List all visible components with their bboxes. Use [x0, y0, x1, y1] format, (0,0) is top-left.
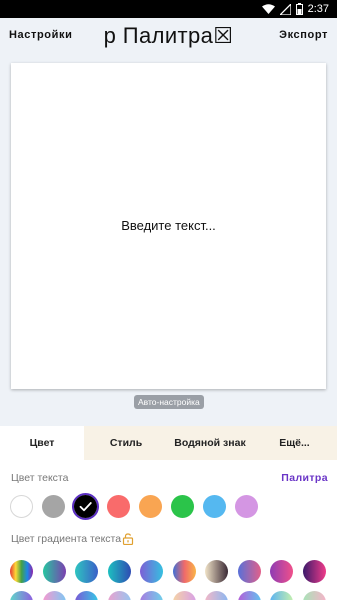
color-panel: Цвет текста Палитра Цвет градиента текст… — [0, 460, 337, 600]
color-swatch-gray[interactable] — [42, 495, 65, 518]
text-canvas[interactable]: Введите текст... — [11, 63, 326, 389]
status-icons: 2:37 — [261, 2, 329, 16]
gradient-swatch[interactable] — [172, 560, 196, 583]
battery-icon — [295, 3, 303, 15]
color-swatch-green[interactable] — [171, 495, 194, 518]
color-swatch-orange[interactable] — [139, 495, 162, 518]
canvas-text-placeholder[interactable]: Введите текст... — [11, 218, 326, 233]
signal-icon — [279, 3, 291, 15]
tab-more[interactable]: Ещё... — [252, 426, 337, 460]
gradient-swatch[interactable] — [302, 560, 326, 583]
export-button[interactable]: Экспорт — [279, 29, 328, 41]
palette-link[interactable]: Палитра — [281, 472, 328, 484]
gradient-swatch[interactable] — [237, 560, 261, 583]
canvas-area: Введите текст... Авто-настройка — [0, 58, 337, 426]
color-swatch-white[interactable] — [10, 495, 33, 518]
top-bar: Настройки р Палитра☒ Экспорт — [0, 18, 337, 58]
tab-bar: Цвет Стиль Водяной знак Ещё... — [0, 426, 337, 460]
color-swatch-black[interactable] — [74, 495, 97, 518]
gradient-swatch[interactable] — [302, 591, 326, 600]
gradient-swatch[interactable] — [107, 591, 131, 600]
gradient-swatch[interactable] — [172, 591, 196, 600]
status-time: 2:37 — [307, 3, 329, 15]
color-swatch-blue[interactable] — [203, 495, 226, 518]
gradient-swatch[interactable] — [205, 591, 228, 600]
wifi-icon — [261, 4, 275, 14]
lock-icon[interactable] — [122, 533, 134, 545]
gradient-swatch[interactable] — [140, 560, 163, 583]
gradient-swatch[interactable] — [270, 591, 293, 600]
gradient-swatch[interactable] — [42, 591, 66, 600]
status-bar: 2:37 — [0, 0, 337, 18]
gradient-swatch[interactable] — [10, 591, 33, 600]
text-color-label: Цвет текста — [11, 472, 69, 484]
tab-color[interactable]: Цвет — [0, 426, 84, 460]
gradient-swatch[interactable] — [75, 591, 98, 600]
color-swatch-red[interactable] — [107, 495, 130, 518]
tab-watermark[interactable]: Водяной знак — [168, 426, 252, 460]
gradient-swatch[interactable] — [205, 560, 228, 583]
tab-style[interactable]: Стиль — [84, 426, 168, 460]
gradient-swatch[interactable] — [270, 560, 293, 583]
checkmark-icon — [79, 502, 92, 512]
gradient-swatch[interactable] — [75, 560, 98, 583]
gradient-swatch[interactable] — [10, 560, 33, 583]
gradient-swatch[interactable] — [107, 560, 131, 583]
color-swatch-lilac[interactable] — [235, 495, 258, 518]
gradient-swatch[interactable] — [237, 591, 261, 600]
gradient-swatch[interactable] — [42, 560, 66, 583]
gradient-color-label: Цвет градиента текста — [11, 533, 122, 545]
auto-adjust-button[interactable]: Авто-настройка — [134, 395, 204, 409]
gradient-swatch[interactable] — [140, 591, 163, 600]
